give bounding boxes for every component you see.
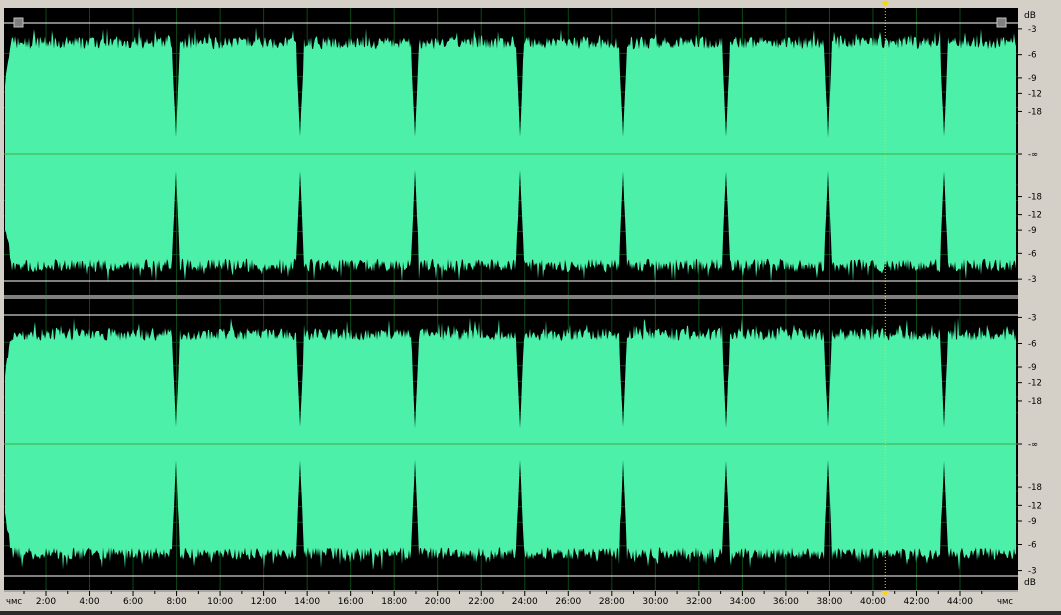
waveform-editor: dB dB -3 -6 -9 -12 -18 -∞ -18 -12 -9 -6 -3 -3 -6 -9 -12-…	[0, 0, 1061, 611]
db-label: -3	[1028, 313, 1036, 323]
db-label: -6	[1028, 540, 1036, 550]
time-label: 22:00	[468, 597, 494, 607]
time-unit-right: чмс	[997, 597, 1013, 607]
db-unit-top: dB	[1024, 11, 1036, 21]
time-label: 34:00	[729, 597, 755, 607]
db-label: -18	[1028, 107, 1042, 117]
time-label: 26:00	[555, 597, 581, 607]
time-label: 10:00	[207, 597, 233, 607]
waveform-left	[5, 27, 1016, 283]
time-label: 36:00	[773, 597, 799, 607]
db-label: -12	[1028, 501, 1042, 511]
time-label: 4:00	[79, 597, 99, 607]
time-unit-left: чмс	[6, 597, 22, 607]
time-label: 6:00	[123, 597, 143, 607]
db-label: -12	[1028, 89, 1042, 99]
db-label: -18	[1028, 193, 1042, 203]
time-label: 28:00	[599, 597, 625, 607]
db-label: -9	[1028, 226, 1036, 236]
time-label: 40:00	[860, 597, 886, 607]
db-label: -9	[1028, 517, 1036, 527]
time-label: 42:00	[904, 597, 930, 607]
db-label: -12	[1028, 211, 1042, 221]
time-label: 20:00	[425, 597, 451, 607]
db-label: -9	[1028, 363, 1036, 373]
db-label: -6	[1028, 340, 1036, 350]
db-label: -6	[1028, 249, 1036, 259]
db-label: -18	[1028, 397, 1042, 407]
time-label: 38:00	[816, 597, 842, 607]
time-label: 16:00	[338, 597, 364, 607]
db-label: -3	[1028, 25, 1036, 35]
db-label: -∞	[1028, 150, 1038, 160]
time-label: 8:00	[166, 597, 186, 607]
db-label: -∞	[1028, 440, 1038, 450]
time-label: 12:00	[251, 597, 277, 607]
db-label: -9	[1028, 74, 1036, 84]
time-label: 14:00	[294, 597, 320, 607]
waveform-view[interactable]: dBdB-3-6-9-12-18-∞-18-12-9-6-3-3-6-9-12-…	[0, 0, 1061, 611]
selection-start-handle[interactable]	[13, 17, 24, 28]
db-unit-bottom: dB	[1024, 578, 1036, 588]
channel-separator[interactable]	[4, 295, 1018, 299]
time-label: 24:00	[512, 597, 538, 607]
db-label: -3	[1028, 567, 1036, 577]
selection-end-handle[interactable]	[996, 17, 1007, 28]
time-label: 18:00	[381, 597, 407, 607]
time-label: 2:00	[36, 597, 56, 607]
db-label: -18	[1028, 483, 1042, 493]
db-label: -12	[1028, 379, 1042, 389]
time-ruler: чмс чмс 2:00 4:00 6:00 8:00 10:00 12:00 14:00 16:…	[0, 590, 1061, 611]
time-label: 30:00	[642, 597, 668, 607]
db-label: -3	[1028, 275, 1036, 285]
time-label: 44:00	[947, 597, 973, 607]
time-label: 32:00	[686, 597, 712, 607]
db-label: -6	[1028, 51, 1036, 61]
db-scale: dBdB-3-6-9-12-18-∞-18-12-9-6-3-3-6-9-12-…	[1018, 8, 1061, 590]
